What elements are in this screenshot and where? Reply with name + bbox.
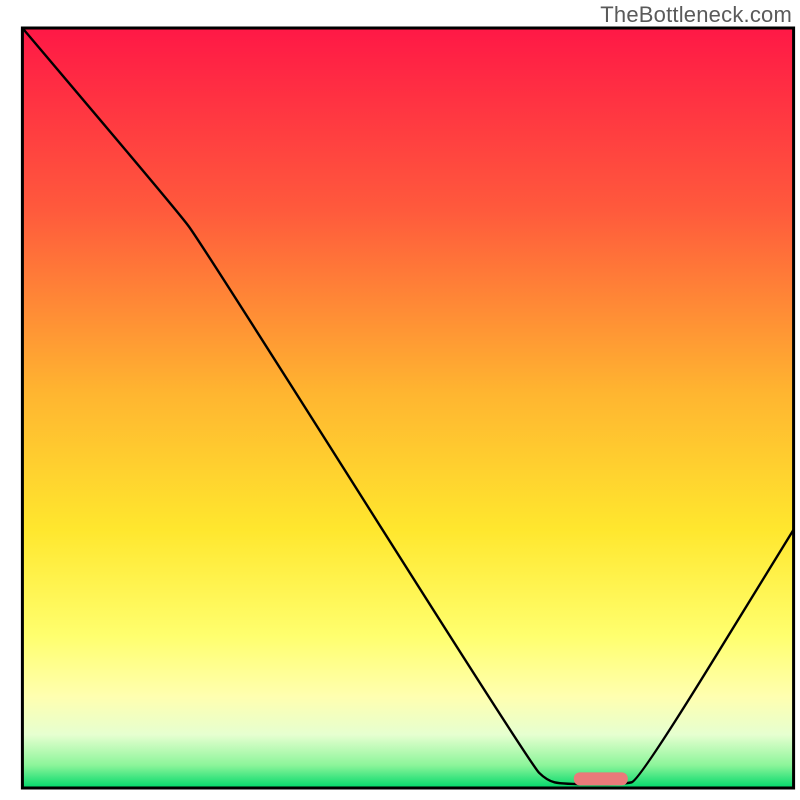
plot-background xyxy=(22,28,793,788)
optimal-range-marker xyxy=(574,772,628,785)
chart-container: TheBottleneck.com xyxy=(0,0,800,800)
watermark-text: TheBottleneck.com xyxy=(600,2,792,28)
bottleneck-chart xyxy=(0,0,800,800)
